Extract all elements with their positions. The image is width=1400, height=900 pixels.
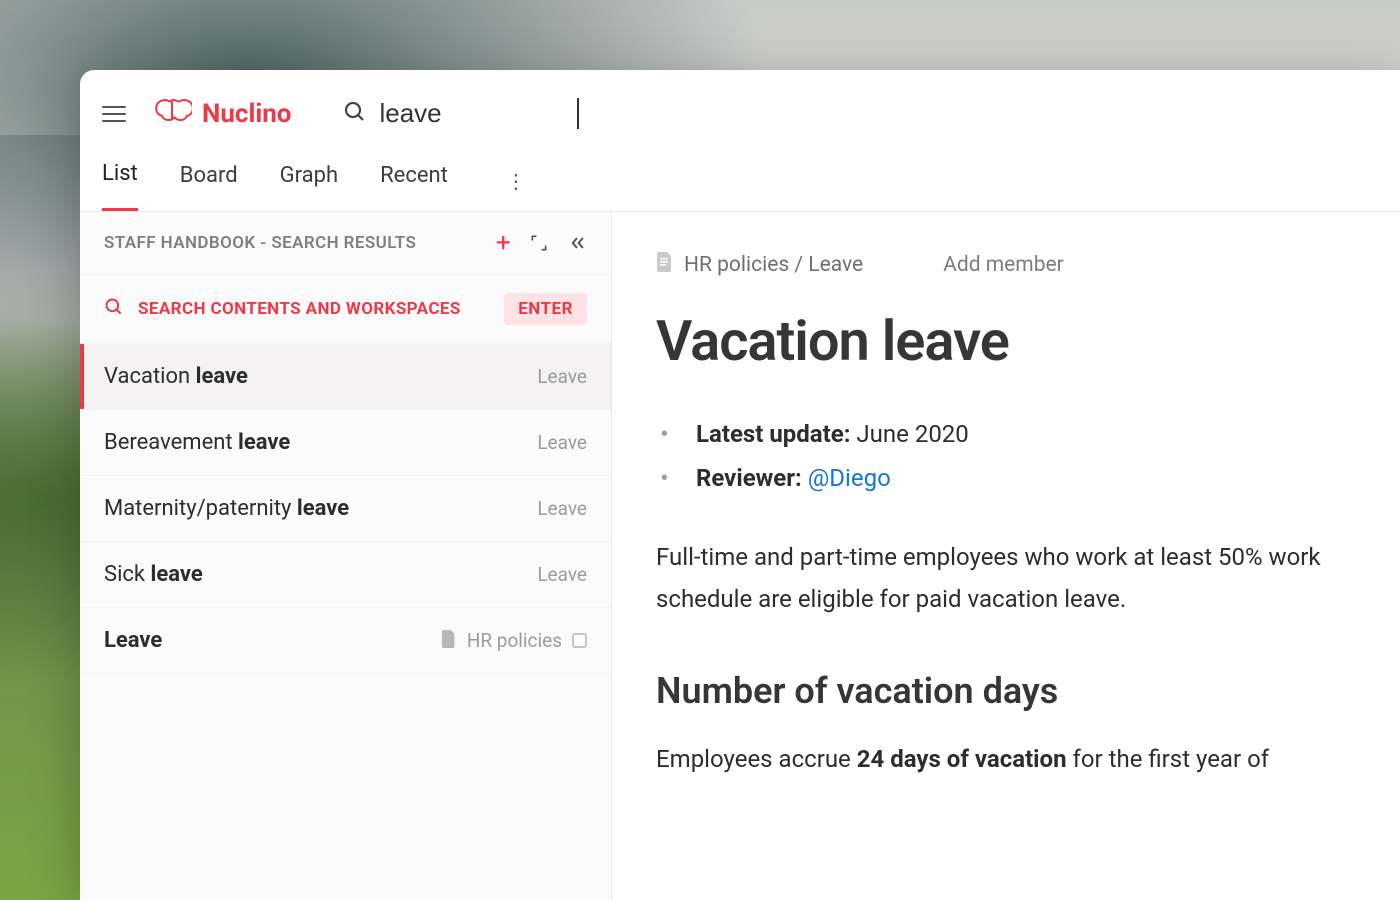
result-category: Leave [537, 365, 587, 388]
content-pane: HR policies / Leave Add member Vacation … [612, 212, 1400, 900]
brand-logo[interactable]: Nuclino [152, 94, 291, 133]
search-icon [104, 297, 124, 322]
result-category: Leave [537, 563, 587, 586]
page-title: Vacation leave [656, 308, 1400, 374]
search-results-list: Vacation leaveLeaveBereavement leaveLeav… [80, 344, 611, 674]
view-tabs: List Board Graph Recent ⋮ [80, 151, 1400, 212]
more-options-button[interactable]: ⋮ [496, 163, 536, 199]
meta-list: Latest update: June 2020 Reviewer: @Dieg… [690, 420, 1400, 492]
search-input[interactable] [379, 98, 579, 129]
result-category: Leave [537, 497, 587, 520]
search-icon [343, 100, 367, 128]
expand-icon[interactable] [529, 233, 549, 253]
meta-reviewer: Reviewer: @Diego [690, 464, 1400, 492]
search-result[interactable]: Sick leaveLeave [80, 542, 611, 608]
enter-key-badge: ENTER [504, 293, 587, 325]
add-item-button[interactable]: + [496, 230, 511, 256]
search-all-row[interactable]: SEARCH CONTENTS AND WORKSPACES ENTER [80, 275, 611, 344]
result-title: Sick leave [104, 562, 537, 587]
brand-name: Nuclino [202, 99, 291, 129]
search-result[interactable]: Bereavement leaveLeave [80, 410, 611, 476]
tab-recent[interactable]: Recent [380, 153, 448, 210]
result-category: Leave [537, 431, 587, 454]
page-icon [441, 630, 457, 652]
section-heading: Number of vacation days [656, 670, 1400, 712]
content-header: HR policies / Leave Add member [656, 252, 1400, 278]
search-result[interactable]: Vacation leaveLeave [80, 344, 611, 410]
sidebar-header-title: STAFF HANDBOOK - SEARCH RESULTS [104, 233, 478, 253]
sidebar-header: STAFF HANDBOOK - SEARCH RESULTS + [80, 212, 611, 275]
user-mention[interactable]: @Diego [808, 464, 891, 492]
search-result[interactable]: Maternity/paternity leaveLeave [80, 476, 611, 542]
add-member-button[interactable]: Add member [943, 253, 1064, 277]
result-title: Vacation leave [104, 364, 537, 389]
result-title: Maternity/paternity leave [104, 496, 537, 521]
tab-list[interactable]: List [102, 151, 138, 211]
search-all-label: SEARCH CONTENTS AND WORKSPACES [138, 299, 490, 319]
result-category: HR policies [441, 629, 587, 652]
page-icon [656, 252, 674, 278]
search-result[interactable]: LeaveHR policies [80, 608, 611, 674]
collection-icon [572, 633, 587, 648]
brain-icon [152, 94, 192, 133]
search-field[interactable] [343, 98, 579, 129]
app-window: Nuclino List Board Graph Recent ⋮ STAFF … [80, 70, 1400, 900]
hamburger-menu-button[interactable] [102, 100, 130, 128]
result-title: Bereavement leave [104, 430, 537, 455]
topbar: Nuclino [80, 70, 1400, 151]
intro-paragraph: Full-time and part-time employees who wo… [656, 536, 1400, 620]
collapse-sidebar-button[interactable] [567, 233, 587, 253]
main-area: STAFF HANDBOOK - SEARCH RESULTS + SEARCH… [80, 212, 1400, 900]
sidebar: STAFF HANDBOOK - SEARCH RESULTS + SEARCH… [80, 212, 612, 900]
result-title: Leave [104, 628, 441, 653]
breadcrumb-text: HR policies / Leave [684, 253, 863, 277]
meta-latest-update: Latest update: June 2020 [690, 420, 1400, 448]
breadcrumb[interactable]: HR policies / Leave [656, 252, 863, 278]
tab-board[interactable]: Board [180, 153, 238, 210]
tab-graph[interactable]: Graph [280, 153, 338, 210]
section-paragraph: Employees accrue 24 days of vacation for… [656, 738, 1400, 780]
